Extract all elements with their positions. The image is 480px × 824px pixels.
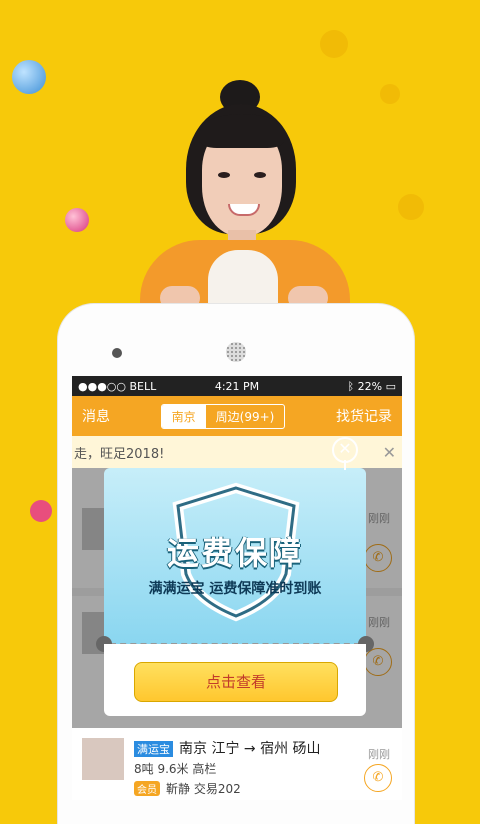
search-history-button[interactable]: 找货记录	[336, 406, 392, 426]
eye	[254, 172, 266, 178]
close-icon[interactable]: ✕	[383, 443, 396, 462]
location-segment: 南京 周边(99+)	[160, 403, 286, 429]
speaker-icon	[226, 342, 246, 362]
decorative-bubble	[380, 84, 400, 104]
view-button[interactable]: 点击查看	[134, 662, 338, 702]
carrier-label: ●●●○○ BELL	[78, 379, 157, 393]
notice-text: 走，旺足2018!	[74, 446, 165, 462]
bluetooth-icon: ᛒ	[347, 379, 358, 393]
phone-icon[interactable]: ✆	[364, 764, 392, 792]
segment-nanjing[interactable]: 南京	[161, 404, 206, 428]
status-bar: ●●●○○ BELL 4:21 PM ᛒ 22% ▭	[72, 376, 402, 396]
popup-actions: 点击查看	[104, 644, 366, 716]
user-info: 会员 靳静 交易202	[134, 780, 241, 797]
clock: 4:21 PM	[214, 379, 260, 393]
camera-icon	[112, 348, 122, 358]
segment-nearby[interactable]: 周边(99+)	[206, 405, 285, 428]
shirt	[208, 250, 278, 310]
battery-icon: ▭	[385, 379, 396, 393]
route-label: 满运宝 南京 江宁 → 宿州 砀山	[134, 738, 321, 758]
close-connector	[344, 460, 346, 470]
bangs	[200, 114, 284, 148]
popup-banner: 运费保障 满满运宝 运费保障准时到账	[104, 468, 366, 644]
battery-percent: 22%	[357, 379, 383, 393]
decorative-bubble-blue	[12, 60, 46, 94]
messages-button[interactable]: 消息	[82, 406, 110, 426]
list-item[interactable]: 满运宝 南京 江宁 → 宿州 砀山 8吨 9.6米 高栏 会员 靳静 交易202 刚…	[72, 728, 402, 800]
eye	[218, 172, 230, 178]
post-time: 刚刚	[368, 748, 390, 761]
insurance-badge: 满运宝	[134, 741, 173, 757]
decorative-bubble	[320, 30, 348, 58]
popup-title: 运费保障	[166, 534, 303, 572]
truck-spec: 8吨 9.6米 高栏	[134, 762, 217, 776]
top-navbar: 消息 南京 周边(99+) 找货记录	[72, 396, 402, 436]
user-text: 靳静 交易202	[166, 782, 241, 796]
route-text: 南京 江宁 → 宿州 砀山	[179, 741, 321, 757]
promo-person	[120, 80, 360, 330]
promo-popup: 运费保障 满满运宝 运费保障准时到账 点击查看	[96, 468, 374, 716]
decorative-bubble	[398, 194, 424, 220]
decorative-bubble-pink	[30, 500, 52, 522]
member-badge: 会员	[134, 781, 160, 796]
avatar	[82, 738, 124, 780]
popup-subtitle: 满满运宝 运费保障准时到账	[148, 581, 322, 597]
decorative-bubble-pink	[65, 208, 89, 232]
battery-label: ᛒ 22% ▭	[290, 380, 396, 393]
